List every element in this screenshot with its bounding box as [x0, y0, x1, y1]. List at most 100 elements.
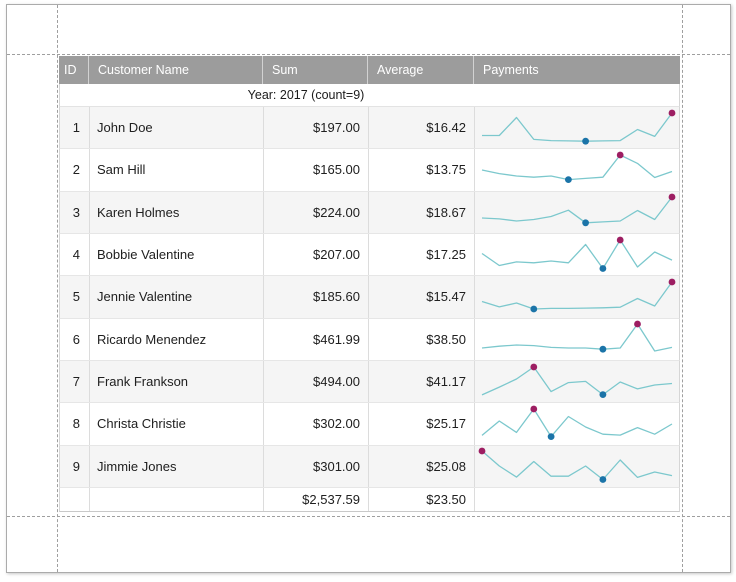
max-payment-dot [669, 194, 676, 201]
min-payment-dot [582, 137, 589, 144]
max-payment-dot [479, 448, 486, 455]
total-sum-value: $2,537.59 [264, 488, 369, 511]
margin-line-bottom [7, 516, 730, 517]
table-row: 1 John Doe $197.00 $16.42 [59, 107, 680, 149]
total-average-value: $23.50 [369, 488, 475, 511]
row-payments-cell [475, 276, 679, 317]
payments-sparkline [477, 277, 677, 317]
payments-sparkline [477, 108, 677, 148]
sparkline-path [482, 113, 672, 141]
table-row: 3 Karen Holmes $224.00 $18.67 [59, 192, 680, 234]
row-name: Bobbie Valentine [90, 234, 264, 275]
row-id: 5 [60, 276, 90, 317]
report-table: ID Customer Name Sum Average Payments Ye… [59, 56, 680, 512]
row-name: Christa Christie [90, 403, 264, 444]
column-header-sum: Sum [263, 56, 368, 84]
row-sum: $461.99 [264, 319, 369, 360]
row-average: $25.08 [369, 446, 475, 487]
row-sum: $197.00 [264, 107, 369, 148]
sparkline-path [482, 197, 672, 223]
group-header-row: Year: 2017 (count=9) [59, 84, 680, 107]
row-average: $38.50 [369, 319, 475, 360]
payments-sparkline [477, 319, 677, 359]
column-header-average: Average [368, 56, 474, 84]
max-payment-dot [530, 406, 537, 413]
max-payment-dot [617, 152, 624, 159]
column-header-payments: Payments [474, 56, 680, 84]
report-page: ID Customer Name Sum Average Payments Ye… [6, 4, 731, 573]
sparkline-path [482, 324, 672, 351]
table-row: 4 Bobbie Valentine $207.00 $17.25 [59, 234, 680, 276]
group-header-label: Year: 2017 (count=9) [60, 88, 552, 102]
row-id: 1 [60, 107, 90, 148]
row-sum: $185.60 [264, 276, 369, 317]
max-payment-dot [530, 363, 537, 370]
payments-sparkline [477, 150, 677, 190]
row-payments-cell [475, 149, 679, 190]
row-id: 8 [60, 403, 90, 444]
row-name: Karen Holmes [90, 192, 264, 233]
min-payment-dot [600, 265, 607, 272]
table-row: 2 Sam Hill $165.00 $13.75 [59, 149, 680, 191]
table-row: 8 Christa Christie $302.00 $25.17 [59, 403, 680, 445]
total-payments-cell [475, 488, 679, 511]
sparkline-path [482, 451, 672, 480]
row-average: $17.25 [369, 234, 475, 275]
min-payment-dot [530, 306, 537, 313]
payments-sparkline [477, 235, 677, 275]
table-row: 9 Jimmie Jones $301.00 $25.08 [59, 446, 680, 488]
max-payment-dot [669, 279, 676, 286]
row-payments-cell [475, 319, 679, 360]
row-id: 2 [60, 149, 90, 190]
total-id-cell [60, 488, 90, 511]
row-id: 9 [60, 446, 90, 487]
total-name-cell [90, 488, 264, 511]
row-name: Ricardo Menendez [90, 319, 264, 360]
row-payments-cell [475, 446, 679, 487]
total-row: $2,537.59 $23.50 [59, 488, 680, 512]
row-average: $41.17 [369, 361, 475, 402]
row-name: Jennie Valentine [90, 276, 264, 317]
row-payments-cell [475, 234, 679, 275]
min-payment-dot [600, 476, 607, 483]
row-sum: $224.00 [264, 192, 369, 233]
row-id: 3 [60, 192, 90, 233]
row-name: John Doe [90, 107, 264, 148]
row-payments-cell [475, 361, 679, 402]
table-header-row: ID Customer Name Sum Average Payments [59, 56, 680, 84]
max-payment-dot [669, 109, 676, 116]
sparkline-path [482, 409, 672, 437]
payments-sparkline [477, 362, 677, 402]
row-id: 4 [60, 234, 90, 275]
row-average: $13.75 [369, 149, 475, 190]
max-payment-dot [634, 321, 641, 328]
column-header-customer: Customer Name [89, 56, 263, 84]
min-payment-dot [600, 391, 607, 398]
row-average: $18.67 [369, 192, 475, 233]
row-average: $25.17 [369, 403, 475, 444]
min-payment-dot [600, 346, 607, 353]
sparkline-path [482, 240, 672, 269]
table-body: 1 John Doe $197.00 $16.42 2 Sam Hill $16… [59, 107, 680, 488]
row-sum: $302.00 [264, 403, 369, 444]
row-average: $16.42 [369, 107, 475, 148]
row-name: Jimmie Jones [90, 446, 264, 487]
row-sum: $494.00 [264, 361, 369, 402]
max-payment-dot [617, 236, 624, 243]
row-average: $15.47 [369, 276, 475, 317]
margin-line-right [682, 5, 683, 572]
table-row: 6 Ricardo Menendez $461.99 $38.50 [59, 319, 680, 361]
table-row: 5 Jennie Valentine $185.60 $15.47 [59, 276, 680, 318]
margin-line-left [57, 5, 58, 572]
sparkline-path [482, 367, 672, 395]
payments-sparkline [477, 192, 677, 232]
row-sum: $207.00 [264, 234, 369, 275]
row-payments-cell [475, 107, 679, 148]
row-name: Frank Frankson [90, 361, 264, 402]
margin-line-top [7, 54, 730, 55]
report-preview-canvas: ID Customer Name Sum Average Payments Ye… [0, 0, 736, 582]
sparkline-path [482, 282, 672, 309]
row-sum: $165.00 [264, 149, 369, 190]
payments-sparkline [477, 404, 677, 444]
row-payments-cell [475, 403, 679, 444]
